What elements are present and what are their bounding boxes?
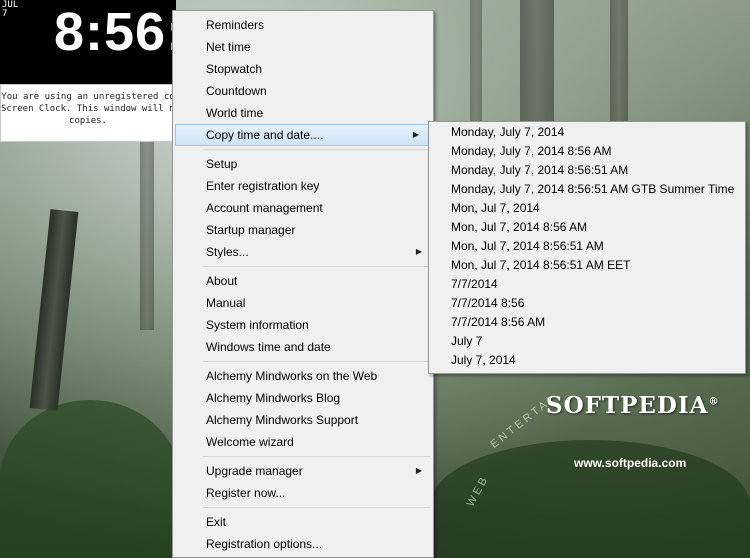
menu-item-alchemy-blog[interactable]: Alchemy Mindworks Blog	[173, 387, 433, 409]
menu-item-label: Upgrade manager	[206, 464, 303, 478]
menu-separator	[203, 149, 431, 150]
menu-item-upgrade-manager[interactable]: Upgrade manager ▶	[173, 460, 433, 482]
menu-item-net-time[interactable]: Net time	[173, 36, 433, 58]
menu-item-startup-manager[interactable]: Startup manager	[173, 219, 433, 241]
screen-clock-widget[interactable]: JUL 7 8:56:	[0, 0, 184, 84]
menu-separator	[203, 266, 431, 267]
submenu-item-date-format[interactable]: Mon, Jul 7, 2014 8:56:51 AM EET	[429, 256, 745, 275]
registered-mark: ®	[708, 396, 720, 408]
menu-item-about[interactable]: About	[173, 270, 433, 292]
submenu-item-date-format[interactable]: Mon, Jul 7, 2014 8:56:51 AM	[429, 237, 745, 256]
context-menu: Reminders Net time Stopwatch Countdown W…	[172, 10, 434, 558]
notice-line: You are using an unregistered co	[1, 92, 175, 102]
softpedia-url: www.softpedia.com	[574, 456, 687, 470]
menu-item-stopwatch[interactable]: Stopwatch	[173, 58, 433, 80]
clock-date-day: 7	[2, 9, 8, 19]
submenu-item-date-format[interactable]: 7/7/2014	[429, 275, 745, 294]
menu-item-world-time[interactable]: World time	[173, 102, 433, 124]
notice-line: Screen Clock. This window will not	[1, 104, 176, 114]
submenu-item-date-format[interactable]: Monday, July 7, 2014	[429, 123, 745, 142]
notice-line: copies.	[69, 116, 107, 126]
menu-item-alchemy-web[interactable]: Alchemy Mindworks on the Web	[173, 365, 433, 387]
menu-item-label: Styles...	[206, 245, 249, 259]
menu-item-account-management[interactable]: Account management	[173, 197, 433, 219]
menu-item-copy-time-and-date[interactable]: Copy time and date.... ▶	[175, 124, 431, 146]
unregistered-notice: You are using an unregistered co Screen …	[0, 84, 176, 142]
submenu-item-date-format[interactable]: Monday, July 7, 2014 8:56:51 AM	[429, 161, 745, 180]
menu-item-countdown[interactable]: Countdown	[173, 80, 433, 102]
softpedia-logo: SOFTPEDIA®	[546, 392, 719, 419]
menu-item-exit[interactable]: Exit	[173, 511, 433, 533]
menu-item-enter-registration-key[interactable]: Enter registration key	[173, 175, 433, 197]
menu-item-styles[interactable]: Styles... ▶	[173, 241, 433, 263]
menu-item-registration-options[interactable]: Registration options...	[173, 533, 433, 555]
copy-time-submenu: Monday, July 7, 2014 Monday, July 7, 201…	[428, 121, 746, 374]
menu-separator	[203, 361, 431, 362]
menu-item-welcome-wizard[interactable]: Welcome wizard	[173, 431, 433, 453]
submenu-item-date-format[interactable]: Monday, July 7, 2014 8:56 AM	[429, 142, 745, 161]
submenu-arrow-icon: ▶	[415, 247, 422, 256]
menu-item-register-now[interactable]: Register now...	[173, 482, 433, 504]
submenu-item-date-format[interactable]: July 7	[429, 332, 745, 351]
clock-date: JUL 7	[2, 1, 18, 19]
menu-item-label: Copy time and date....	[206, 128, 324, 142]
submenu-item-date-format[interactable]: Monday, July 7, 2014 8:56:51 AM GTB Summ…	[429, 180, 745, 199]
background-tree	[29, 209, 79, 411]
clock-time: 8:56:	[54, 2, 186, 62]
menu-item-system-information[interactable]: System information	[173, 314, 433, 336]
background-tree	[470, 0, 482, 130]
menu-item-setup[interactable]: Setup	[173, 153, 433, 175]
submenu-item-date-format[interactable]: Mon, Jul 7, 2014 8:56 AM	[429, 218, 745, 237]
submenu-item-date-format[interactable]: 7/7/2014 8:56	[429, 294, 745, 313]
submenu-item-date-format[interactable]: Mon, Jul 7, 2014	[429, 199, 745, 218]
submenu-arrow-icon: ▶	[415, 466, 422, 475]
menu-item-manual[interactable]: Manual	[173, 292, 433, 314]
submenu-arrow-icon: ▶	[412, 130, 419, 139]
menu-item-reminders[interactable]: Reminders	[173, 14, 433, 36]
submenu-item-date-format[interactable]: 7/7/2014 8:56 AM	[429, 313, 745, 332]
menu-separator	[203, 507, 431, 508]
menu-separator	[203, 456, 431, 457]
menu-item-windows-time-and-date[interactable]: Windows time and date	[173, 336, 433, 358]
background-tree	[140, 140, 154, 330]
softpedia-brand: SOFTPEDIA	[546, 392, 709, 419]
submenu-item-date-format[interactable]: July 7, 2014	[429, 351, 745, 370]
menu-item-alchemy-support[interactable]: Alchemy Mindworks Support	[173, 409, 433, 431]
background-fern	[0, 400, 180, 558]
